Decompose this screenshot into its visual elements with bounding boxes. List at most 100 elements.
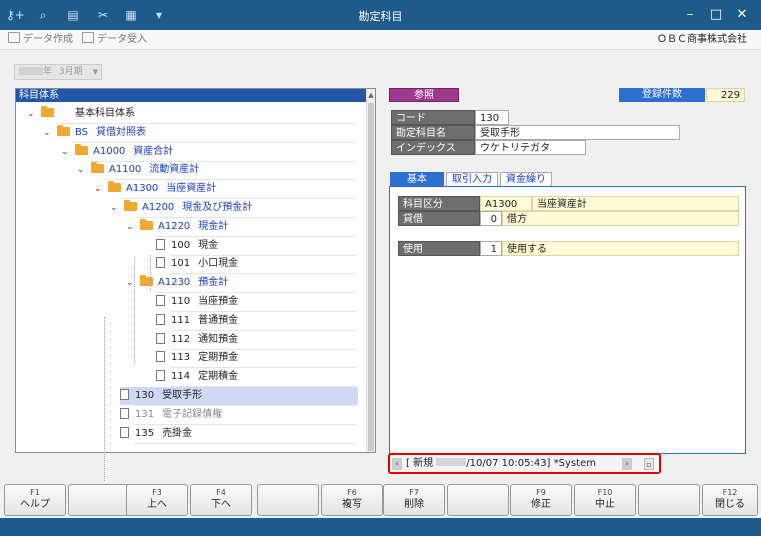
- fkey-number: F12: [722, 488, 738, 497]
- expand-chevron-icon[interactable]: ⌄: [77, 161, 87, 179]
- function-key-bar: F1 ヘルプ F3 上へ F4 下へ F6 複写 F7 削除 F9 修正 F10 中止 F12 閉じる: [0, 482, 761, 518]
- tree-node-code: 111: [171, 314, 191, 326]
- next-record-icon[interactable]: ›: [622, 458, 632, 470]
- fkey-button-f3[interactable]: F3 上へ: [126, 484, 188, 516]
- tree-node-a1230[interactable]: ⌄ A1230 預金計: [126, 274, 228, 292]
- status-date-masked: [436, 458, 467, 466]
- tab-cashflow[interactable]: 資金繰り: [500, 172, 552, 187]
- fkey-button-f12[interactable]: F12 閉じる: [702, 484, 758, 516]
- tree-node-name: 現金: [198, 239, 219, 251]
- account-tree-pane: 科目体系 ▲ ⌄ 基本科目体系 ⌄ BS 貸借対照表 ⌄ A1000 資産合計 ⌄ A1100 流動…: [15, 88, 376, 487]
- code-label: コード: [391, 110, 475, 125]
- tree-node-code: 130: [135, 390, 155, 401]
- expand-chevron-icon[interactable]: ⌄: [94, 180, 104, 198]
- index-field[interactable]: ウケトリテガタ: [475, 140, 586, 155]
- tree-node-113[interactable]: 113 定期預金: [156, 349, 238, 367]
- fkey-number: F7: [409, 488, 419, 497]
- tree-node-name: 普通預金: [198, 314, 239, 326]
- tree-node-name: 資産合計: [133, 145, 174, 157]
- status-prefix: [ 新規: [406, 458, 434, 469]
- year-masked: [19, 67, 43, 75]
- data-receive-button[interactable]: データ受入: [82, 32, 147, 48]
- tree-scrollbar[interactable]: ▲: [366, 89, 375, 452]
- use-value: 使用する: [502, 241, 739, 256]
- fkey-button-f10[interactable]: F10 中止: [574, 484, 636, 516]
- status-detail-icon[interactable]: ▫: [644, 458, 654, 470]
- tree-node-name: 通知預金: [198, 333, 239, 345]
- document-icon: [156, 370, 165, 382]
- reference-button[interactable]: 参照: [389, 88, 459, 102]
- tree-node-code: 131: [135, 408, 155, 420]
- tree-node-name: 当座預金: [198, 296, 239, 307]
- fkey-button-blank-7[interactable]: [447, 484, 509, 516]
- scroll-thumb[interactable]: [368, 103, 374, 451]
- tree-connector: [104, 317, 105, 487]
- fkey-button-f1[interactable]: F1 ヘルプ: [4, 484, 66, 516]
- fkey-button-f7[interactable]: F7 削除: [383, 484, 445, 516]
- tree-node-a1000[interactable]: ⌄ A1000 資産合計: [61, 143, 174, 161]
- minimize-button[interactable]: –: [678, 4, 702, 26]
- scroll-up-icon[interactable]: ▲: [367, 91, 375, 99]
- fkey-label: ヘルプ: [20, 499, 50, 510]
- tree-node-100[interactable]: 100 現金: [156, 237, 218, 255]
- tree-node-135[interactable]: 135 売掛金: [120, 425, 192, 443]
- folder-icon: [57, 124, 70, 136]
- expand-chevron-icon[interactable]: ⌄: [27, 105, 37, 123]
- tree-node-110[interactable]: 110 当座預金: [156, 293, 238, 311]
- close-button[interactable]: ✕: [730, 4, 754, 26]
- expand-chevron-icon[interactable]: ⌄: [43, 124, 53, 142]
- tree-node-130[interactable]: 130 受取手形: [120, 387, 358, 405]
- expand-chevron-icon[interactable]: ⌄: [110, 199, 120, 217]
- tree-node-a1300[interactable]: ⌄ A1300 当座資産計: [94, 180, 216, 198]
- tab-basic[interactable]: 基本: [390, 172, 444, 187]
- fkey-button-blank-4[interactable]: [257, 484, 319, 516]
- tree-node-111[interactable]: 111 普通預金: [156, 312, 238, 330]
- tab-transaction[interactable]: 取引入力: [446, 172, 498, 187]
- tree-node-112[interactable]: 112 通知預金: [156, 331, 238, 349]
- data-receive-icon: [82, 32, 94, 43]
- tree-node-114[interactable]: 114 定期積金: [156, 368, 238, 386]
- account-name-field[interactable]: 受取手形: [475, 125, 680, 140]
- maximize-button[interactable]: □: [704, 4, 728, 26]
- tree-node-code: A1220: [158, 220, 191, 232]
- tree-node-131[interactable]: 131 電子記録債権: [120, 406, 222, 424]
- fkey-button-blank-1[interactable]: [68, 484, 130, 516]
- tree-node-a1200[interactable]: ⌄ A1200 現金及び預金計: [110, 199, 253, 217]
- expand-chevron-icon[interactable]: ⌄: [126, 218, 136, 236]
- tree-node-root[interactable]: ⌄ 基本科目体系: [27, 105, 135, 123]
- fkey-button-blank-10[interactable]: [638, 484, 700, 516]
- year-suffix: 年: [43, 67, 53, 77]
- fkey-button-f9[interactable]: F9 修正: [510, 484, 572, 516]
- fkey-label: 削除: [404, 499, 424, 510]
- tree-node-bs[interactable]: ⌄ BS 貸借対照表: [43, 124, 146, 142]
- tree-node-code: 114: [171, 371, 191, 383]
- tree-node-name: 流動資産計: [149, 164, 200, 176]
- fkey-label: 修正: [531, 499, 551, 510]
- fkey-button-f6[interactable]: F6 複写: [321, 484, 383, 516]
- code-field[interactable]: 130: [475, 110, 509, 125]
- tree-node-code: 112: [171, 333, 191, 345]
- use-number[interactable]: 1: [480, 241, 502, 256]
- registered-count-value: 229: [706, 88, 745, 102]
- data-receive-label: データ受入: [97, 34, 147, 45]
- debit-credit-number[interactable]: 0: [480, 211, 502, 226]
- tree-node-a1220[interactable]: ⌄ A1220 現金計: [126, 218, 228, 236]
- basic-tab-panel: [389, 186, 746, 454]
- prev-record-icon[interactable]: ‹: [392, 458, 402, 470]
- bottom-strip: [0, 518, 761, 536]
- term-label: 3月期: [58, 67, 83, 77]
- document-icon: [156, 295, 165, 306]
- fkey-number: F4: [216, 488, 226, 497]
- tree-node-a1100[interactable]: ⌄ A1100 流動資産計: [77, 161, 200, 179]
- expand-chevron-icon[interactable]: ⌄: [61, 143, 71, 161]
- tree-node-101[interactable]: 101 小口現金: [156, 255, 238, 273]
- fkey-number: F1: [30, 488, 40, 497]
- tree-node-name: 現金及び預金計: [182, 202, 253, 213]
- data-create-icon: [8, 32, 20, 43]
- data-create-button[interactable]: データ作成: [8, 32, 73, 48]
- fkey-button-f4[interactable]: F4 下へ: [190, 484, 252, 516]
- period-select[interactable]: 年 3月期 ▼: [14, 64, 102, 80]
- fkey-label: 中止: [595, 499, 615, 510]
- tree-node-name: 小口現金: [198, 258, 239, 270]
- fkey-number: F10: [597, 488, 613, 497]
